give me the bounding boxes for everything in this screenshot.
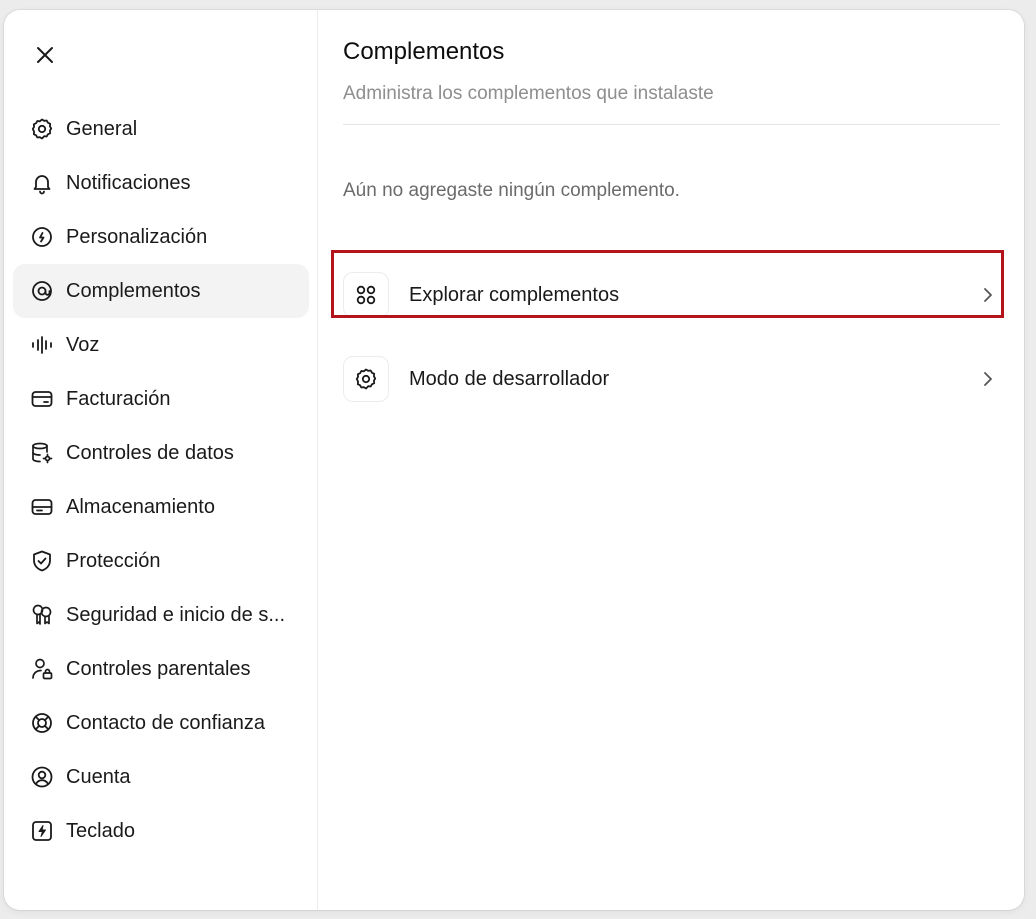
divider (343, 124, 1000, 125)
close-icon (37, 47, 53, 63)
gear-icon (343, 356, 389, 402)
page-title: Complementos (343, 38, 505, 65)
bell-icon (30, 171, 54, 195)
sidebar-item-proteccion[interactable]: Protección (13, 534, 309, 588)
credit-card-icon (30, 387, 54, 411)
sidebar-item-notificaciones[interactable]: Notificaciones (13, 156, 309, 210)
sidebar-item-complementos[interactable]: Complementos (13, 264, 309, 318)
user-circle-icon (30, 765, 54, 789)
sidebar-item-label: Personalización (66, 225, 208, 248)
database-gear-icon (30, 441, 54, 465)
explore-plugins-label: Explorar complementos (409, 283, 620, 306)
sidebar-item-almacenamiento[interactable]: Almacenamiento (13, 480, 309, 534)
plugin-icon (30, 279, 54, 303)
developer-mode-label: Modo de desarrollador (409, 367, 610, 390)
sidebar-item-voz[interactable]: Voz (13, 318, 309, 372)
settings-sidebar: General Notificaciones Personalización C… (4, 10, 318, 910)
chevron-right-icon (978, 369, 998, 389)
sidebar-item-label: General (66, 117, 138, 140)
sidebar-item-label: Almacenamiento (66, 495, 215, 518)
close-button[interactable] (30, 40, 60, 70)
sidebar-item-label: Teclado (66, 819, 135, 842)
sidebar-item-facturacion[interactable]: Facturación (13, 372, 309, 426)
sidebar-item-label: Facturación (66, 387, 171, 410)
waveform-icon (30, 333, 54, 357)
explore-plugins-row[interactable]: Explorar complementos (343, 270, 1000, 320)
empty-state-message: Aún no agregaste ningún complemento. (343, 180, 680, 201)
lifebuoy-icon (30, 711, 54, 735)
sidebar-item-label: Seguridad e inicio de s... (66, 603, 286, 626)
keys-icon (30, 603, 54, 627)
sidebar-item-label: Protección (66, 549, 161, 572)
sidebar-item-label: Complementos (66, 279, 201, 302)
gear-icon (30, 117, 54, 141)
person-lock-icon (30, 657, 54, 681)
page-subtitle: Administra los complementos que instalas… (343, 83, 714, 104)
sidebar-item-seguridad[interactable]: Seguridad e inicio de s... (13, 588, 309, 642)
shield-check-icon (30, 549, 54, 573)
settings-modal: General Notificaciones Personalización C… (4, 10, 1024, 910)
storage-drive-icon (30, 495, 54, 519)
sidebar-item-controles-parentales[interactable]: Controles parentales (13, 642, 309, 696)
chevron-right-icon (978, 285, 998, 305)
sidebar-item-label: Controles parentales (66, 657, 251, 680)
keyboard-bolt-icon (30, 819, 54, 843)
settings-nav: General Notificaciones Personalización C… (13, 102, 309, 858)
sidebar-item-cuenta[interactable]: Cuenta (13, 750, 309, 804)
sidebar-item-label: Contacto de confianza (66, 711, 266, 734)
sidebar-item-contacto-de-confianza[interactable]: Contacto de confianza (13, 696, 309, 750)
sidebar-item-label: Notificaciones (66, 171, 191, 194)
sidebar-item-label: Voz (66, 333, 100, 356)
personalization-icon (30, 225, 54, 249)
sidebar-item-controles-de-datos[interactable]: Controles de datos (13, 426, 309, 480)
apps-grid-icon (343, 272, 389, 318)
sidebar-item-label: Cuenta (66, 765, 131, 788)
sidebar-item-personalizacion[interactable]: Personalización (13, 210, 309, 264)
sidebar-item-label: Controles de datos (66, 441, 234, 464)
sidebar-item-teclado[interactable]: Teclado (13, 804, 309, 858)
developer-mode-row[interactable]: Modo de desarrollador (343, 354, 1000, 404)
sidebar-item-general[interactable]: General (13, 102, 309, 156)
